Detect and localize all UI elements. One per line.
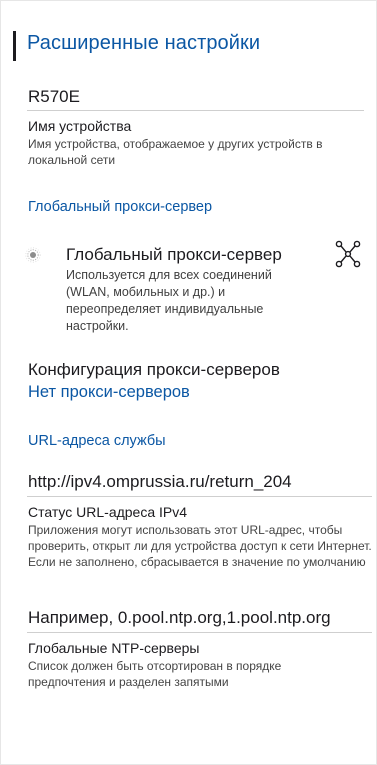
ipv4-status-label: Статус URL-адреса IPv4 — [28, 504, 188, 520]
settings-screen: Расширенные настройки R570E Имя устройст… — [0, 0, 377, 765]
proxy-config-title: Конфигурация прокси-серверов — [28, 360, 280, 379]
device-name-input[interactable]: R570E — [28, 87, 80, 107]
device-name-underline — [27, 110, 364, 111]
ntp-servers-underline — [27, 632, 372, 633]
proxy-section-header: Глобальный прокси-сервер — [28, 199, 213, 215]
ntp-servers-description: Список должен быть отсортирован в порядк… — [28, 659, 282, 689]
proxy-network-icon — [335, 240, 361, 268]
device-name-label: Имя устройства — [28, 118, 132, 134]
ipv4-status-description: Приложения могут использовать этот URL-а… — [28, 523, 372, 569]
device-name-description: Имя устройства, отображаемое у других ус… — [28, 137, 323, 167]
url-section-header: URL-адреса службы — [28, 433, 166, 449]
proxy-config-summary: Нет прокси-серверов — [28, 383, 190, 401]
global-proxy-summary: Используется для всех соединений (WLAN, … — [66, 268, 272, 333]
global-proxy-title: Глобальный прокси-сервер — [66, 245, 282, 264]
ipv4-status-url-input[interactable]: http://ipv4.omprussia.ru/return_204 — [28, 472, 292, 492]
ntp-servers-label: Глобальные NTP-серверы — [28, 640, 200, 656]
toggle-switch-indicator[interactable] — [25, 247, 41, 263]
proxy-config-item[interactable]: Конфигурация прокси-серверов Нет прокси-… — [1, 356, 376, 406]
ipv4-status-underline — [27, 496, 372, 497]
global-proxy-toggle-item[interactable]: Глобальный прокси-сервер Используется дл… — [1, 239, 376, 343]
page-title: Расширенные настройки — [27, 32, 261, 54]
title-accent-bar — [13, 31, 16, 61]
ntp-servers-input[interactable]: Например, 0.pool.ntp.org,1.pool.ntp.org — [28, 608, 331, 628]
